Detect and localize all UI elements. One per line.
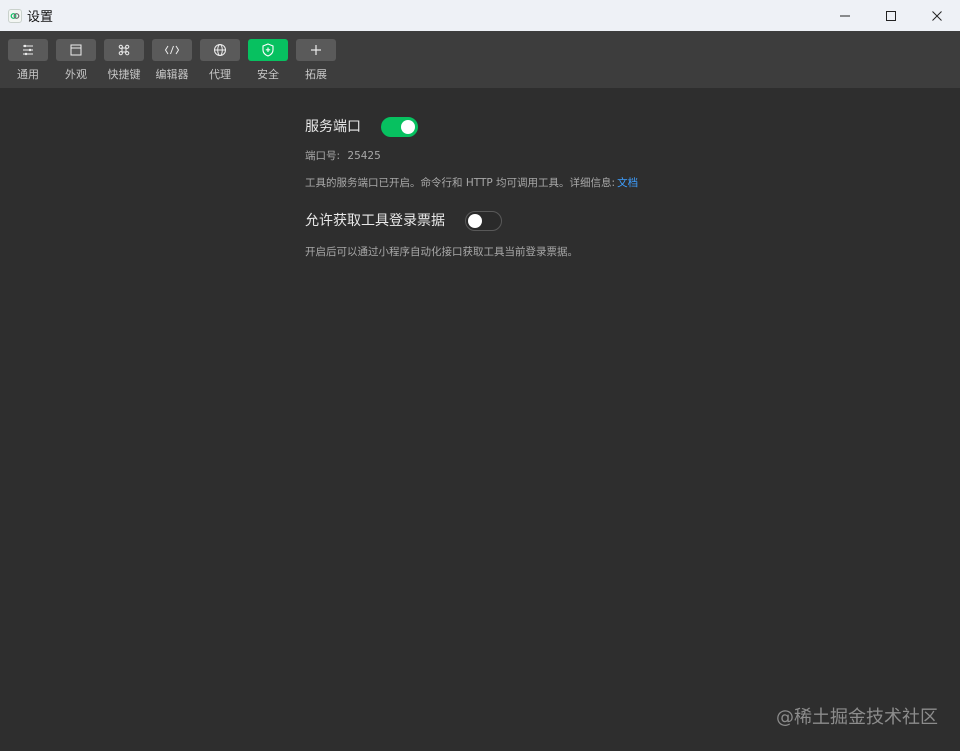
tab-editor-button[interactable]: [152, 39, 192, 61]
title-bar: 设置: [0, 0, 960, 31]
close-button[interactable]: [914, 0, 960, 31]
tab-proxy[interactable]: 代理: [200, 39, 240, 82]
service-port-description: 工具的服务端口已开启。命令行和 HTTP 均可调用工具。详细信息: 文档: [305, 176, 945, 190]
tab-appearance-button[interactable]: [56, 39, 96, 61]
plus-icon: [311, 45, 321, 55]
service-port-row: 服务端口: [305, 117, 945, 137]
maximize-icon: [886, 10, 896, 21]
login-ticket-row: 允许获取工具登录票据: [305, 211, 945, 231]
tab-security[interactable]: 安全: [248, 39, 288, 82]
tab-general-button[interactable]: [8, 39, 48, 61]
minimize-button[interactable]: [822, 0, 868, 31]
login-ticket-title: 允许获取工具登录票据: [305, 213, 445, 229]
tab-extensions-label: 拓展: [305, 68, 327, 81]
port-number-label: 端口号:: [305, 150, 341, 162]
tab-shortcuts-button[interactable]: [104, 39, 144, 61]
maximize-button[interactable]: [868, 0, 914, 31]
close-icon: [932, 10, 942, 21]
port-number: 端口号: 25425: [305, 149, 945, 163]
globe-icon: [214, 44, 226, 56]
window-title: 设置: [27, 10, 54, 25]
toggle-knob: [401, 120, 415, 134]
tab-appearance[interactable]: 外观: [56, 39, 96, 82]
code-icon: [164, 45, 180, 55]
tab-general[interactable]: 通用: [8, 39, 48, 82]
command-key-icon: [118, 44, 130, 56]
login-ticket-toggle[interactable]: [465, 211, 502, 231]
sliders-icon: [23, 44, 33, 56]
app-logo-icon: [8, 8, 22, 23]
service-port-toggle[interactable]: [381, 117, 418, 137]
window-icon: [70, 44, 82, 56]
tab-editor[interactable]: 编辑器: [152, 39, 192, 82]
minimize-icon: [840, 15, 850, 16]
window-controls: [822, 0, 960, 31]
tab-extensions[interactable]: 拓展: [296, 39, 336, 82]
shield-icon: [262, 43, 274, 57]
port-number-value: 25425: [347, 150, 381, 162]
docs-link[interactable]: 文档: [617, 177, 638, 189]
toggle-knob: [468, 214, 482, 228]
tab-extensions-button[interactable]: [296, 39, 336, 61]
tab-shortcuts[interactable]: 快捷键: [104, 39, 144, 82]
tab-security-button[interactable]: [248, 39, 288, 61]
watermark: @稀土掘金技术社区: [776, 707, 938, 728]
service-port-title: 服务端口: [305, 119, 361, 135]
security-settings-panel: 服务端口 端口号: 25425 工具的服务端口已开启。命令行和 HTTP 均可调…: [305, 88, 945, 259]
tab-proxy-button[interactable]: [200, 39, 240, 61]
service-port-description-text: 工具的服务端口已开启。命令行和 HTTP 均可调用工具。详细信息:: [305, 177, 616, 189]
login-ticket-description: 开启后可以通过小程序自动化接口获取工具当前登录票据。: [305, 246, 578, 258]
settings-toolbar: 通用 外观 快捷键 编辑器 代理 安全 拓展: [0, 31, 960, 88]
